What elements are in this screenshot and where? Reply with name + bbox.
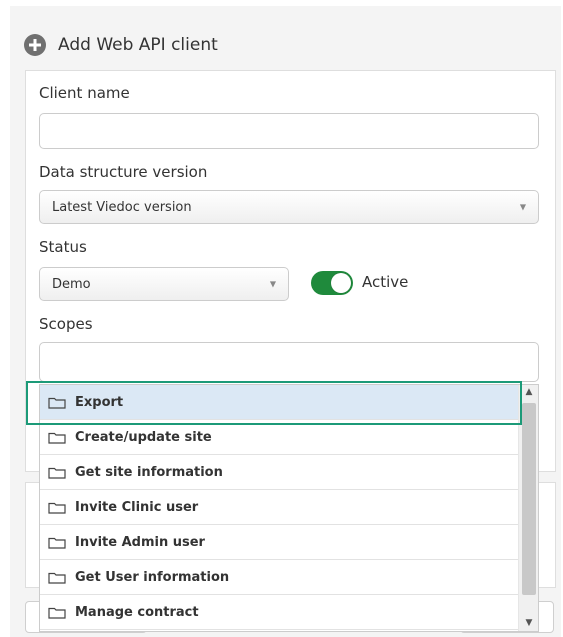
scope-option-label: Invite Admin user	[75, 534, 205, 550]
scope-option-label: Get User information	[75, 569, 230, 585]
scope-option-get-site-information[interactable]: Get site information	[40, 455, 518, 490]
folder-icon	[48, 607, 66, 619]
folder-icon	[48, 537, 66, 549]
panel-header: Add Web API client	[24, 30, 218, 60]
panel-title: Add Web API client	[58, 35, 218, 55]
scope-option-get-user-information[interactable]: Get User information	[40, 560, 518, 595]
data-structure-version-value: Latest Viedoc version	[52, 199, 192, 215]
scope-option-label: Export	[75, 394, 124, 410]
toggle-knob	[331, 273, 351, 293]
scroll-down-arrow-icon[interactable]: ▼	[519, 618, 538, 628]
folder-icon	[48, 502, 66, 514]
folder-icon	[48, 432, 66, 444]
client-name-label: Client name	[39, 84, 130, 102]
scope-option-invite-clinic-user[interactable]: Invite Clinic user	[40, 490, 518, 525]
scroll-up-arrow-icon[interactable]: ▲	[519, 387, 538, 397]
folder-icon	[48, 467, 66, 479]
client-name-input[interactable]	[39, 113, 539, 149]
scope-option-label: Invite Clinic user	[75, 499, 199, 515]
folder-icon	[48, 572, 66, 584]
scope-option-export[interactable]: Export	[40, 385, 518, 420]
dropdown-scrollbar[interactable]: ▲ ▼	[518, 385, 538, 631]
scopes-input[interactable]	[39, 342, 539, 382]
chevron-down-icon: ▼	[519, 202, 526, 212]
data-structure-version-label: Data structure version	[39, 163, 208, 181]
scopes-dropdown-list[interactable]: Export Create/update site Get site infor…	[39, 384, 539, 632]
chevron-down-icon: ▼	[269, 279, 276, 289]
scrollbar-thumb[interactable]	[522, 403, 536, 595]
status-value: Demo	[52, 276, 91, 292]
scope-option-label: Get site information	[75, 464, 223, 480]
plus-circle-icon[interactable]	[24, 34, 46, 56]
active-toggle-label: Active	[362, 273, 409, 291]
data-structure-version-select[interactable]: Latest Viedoc version ▼	[39, 190, 539, 224]
scopes-label: Scopes	[39, 315, 93, 333]
scope-option-label: Manage contract	[75, 604, 199, 620]
status-select[interactable]: Demo ▼	[39, 267, 289, 301]
status-label: Status	[39, 238, 87, 256]
active-toggle[interactable]	[311, 271, 353, 295]
folder-icon	[48, 397, 66, 409]
scope-option-label: Create/update site	[75, 429, 212, 445]
scope-option-invite-admin-user[interactable]: Invite Admin user	[40, 525, 518, 560]
scope-option-create-update-site[interactable]: Create/update site	[40, 420, 518, 455]
scope-option-manage-contract[interactable]: Manage contract	[40, 595, 518, 630]
